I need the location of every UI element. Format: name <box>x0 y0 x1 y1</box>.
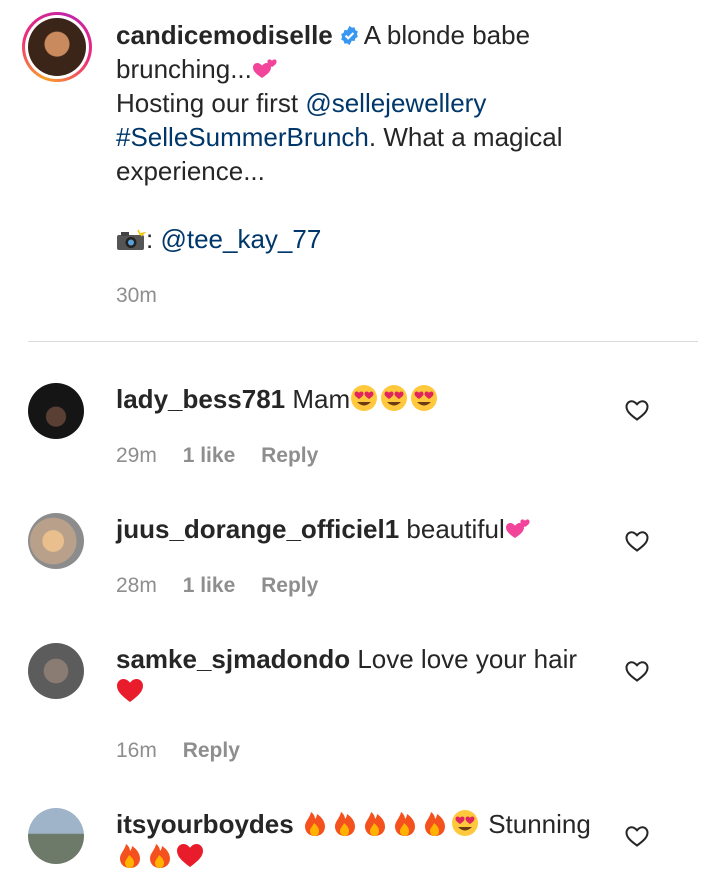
caption-timestamp: 30m <box>116 284 157 307</box>
verified-badge-icon <box>340 25 358 46</box>
fire-emoji <box>120 844 140 868</box>
heart-eyes-emoji <box>411 385 438 411</box>
comment-message: Stunning <box>488 809 591 839</box>
fire-emoji <box>304 812 325 836</box>
photo-credit-mention[interactable]: @tee_kay_77 <box>160 224 321 254</box>
comment-timestamp: 16m <box>116 739 157 762</box>
comment-text: itsyourboydes Stunning <box>116 808 626 872</box>
comment-timestamp: 29m <box>116 444 157 467</box>
commenter-avatar[interactable] <box>28 643 84 699</box>
comment-message: Love love your hair <box>357 644 578 674</box>
comment-likes-count[interactable]: 1 like <box>183 574 236 597</box>
comment-username[interactable]: itsyourboydes <box>116 809 294 839</box>
caption-line5: experience... <box>116 156 265 186</box>
fire-emoji <box>394 812 415 836</box>
commenter-avatar[interactable] <box>28 513 84 569</box>
caption-line1: A blonde babe <box>363 20 531 50</box>
fire-emoji <box>334 812 355 836</box>
red-heart-emoji <box>117 679 143 702</box>
two-hearts-emoji <box>505 519 530 538</box>
heart-outline-icon[interactable] <box>624 529 650 553</box>
heart-outline-icon[interactable] <box>624 398 650 422</box>
reply-button[interactable]: Reply <box>183 739 240 762</box>
photo-credit-sep: : <box>146 224 154 254</box>
commenter-avatar[interactable] <box>28 383 84 439</box>
reply-button[interactable]: Reply <box>261 574 318 597</box>
post-caption: candicemodiselle A blonde babe brunching.… <box>22 12 702 312</box>
comment-username[interactable]: juus_dorange_officiel1 <box>116 514 399 544</box>
two-hearts-emoji <box>252 59 277 78</box>
comment-meta: 28m 1 like Reply <box>116 574 338 598</box>
caption-text: candicemodiselle A blonde babe brunching.… <box>116 18 616 256</box>
heart-eyes-emoji <box>351 385 378 411</box>
fire-emoji <box>364 812 385 836</box>
mention-link[interactable]: @sellejewellery <box>305 88 486 118</box>
divider <box>28 341 698 342</box>
caption-hosting-prefix: Hosting our first <box>116 88 299 118</box>
camera-flash-emoji <box>117 229 146 250</box>
comment-text: samke_sjmadondo Love love your hair <box>116 643 626 707</box>
commenter-avatar[interactable] <box>28 808 84 864</box>
heart-outline-icon[interactable] <box>624 659 650 683</box>
hashtag-link[interactable]: #SelleSummerBrunch <box>116 122 369 152</box>
heart-eyes-emoji <box>381 385 408 411</box>
fire-emoji <box>424 812 445 836</box>
comment-username[interactable]: lady_bess781 <box>116 384 285 414</box>
heart-eyes-emoji <box>451 810 478 836</box>
comment-likes-count[interactable]: 1 like <box>183 444 236 467</box>
author-username[interactable]: candicemodiselle <box>116 20 333 50</box>
fire-emoji <box>150 844 170 868</box>
comment-meta: 16m Reply <box>116 739 260 763</box>
comment-timestamp: 28m <box>116 574 157 597</box>
comment-username[interactable]: samke_sjmadondo <box>116 644 350 674</box>
heart-outline-icon[interactable] <box>624 824 650 848</box>
comment-text: lady_bess781 Mam <box>116 383 626 415</box>
comment-message: beautiful <box>406 514 505 544</box>
comment-meta: 29m 1 like Reply <box>116 444 338 468</box>
caption-after-hashtag: . What a magical <box>368 122 563 152</box>
author-avatar[interactable] <box>22 12 92 82</box>
comment-text: juus_dorange_officiel1 beautiful <box>116 513 626 545</box>
comment-message: Mam <box>292 384 351 414</box>
caption-line2: brunching... <box>116 54 252 84</box>
reply-button[interactable]: Reply <box>261 444 318 467</box>
red-heart-emoji <box>177 844 203 867</box>
